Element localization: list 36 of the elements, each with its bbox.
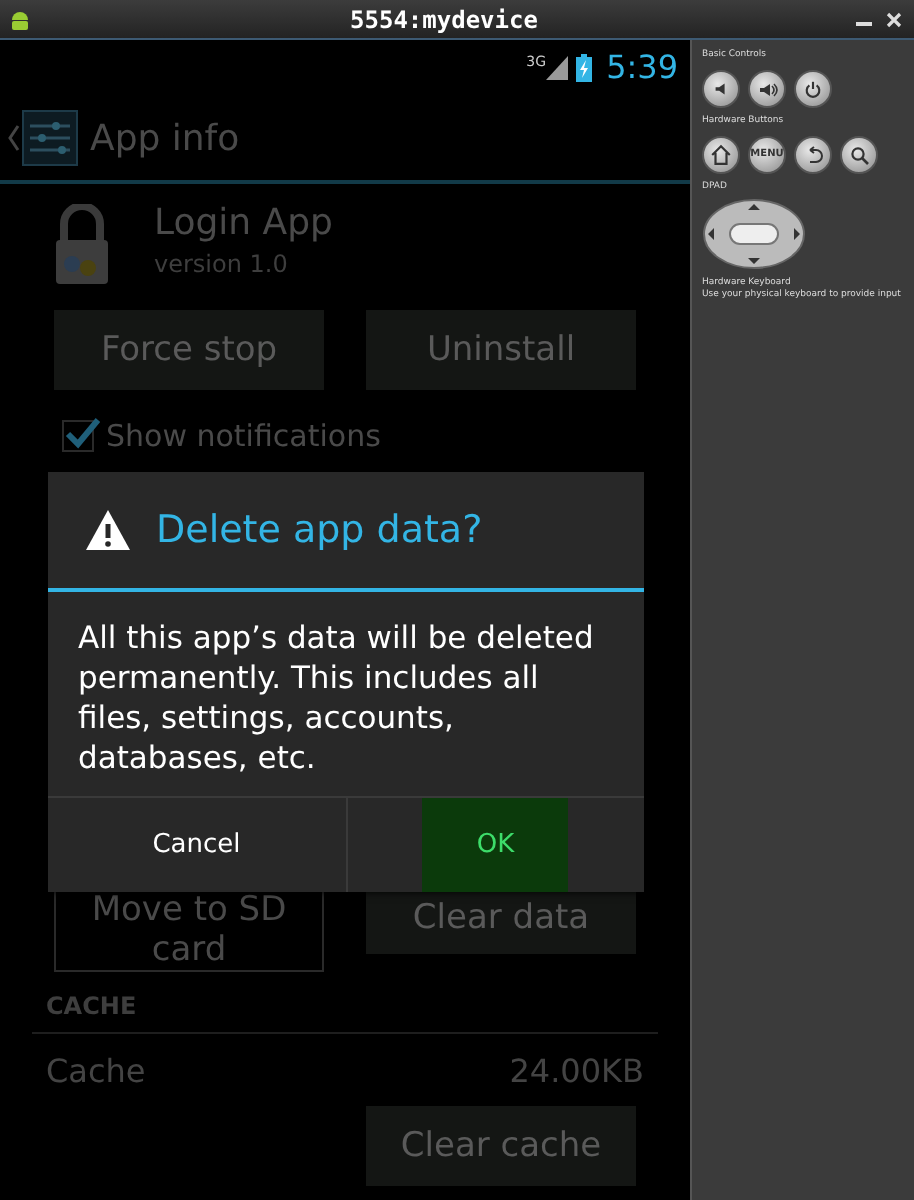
power-button[interactable] (794, 70, 832, 108)
screen-title: App info (90, 115, 240, 163)
action-button[interactable]: Clear cache (366, 1106, 636, 1186)
cache-size: 24.00KB (509, 1050, 644, 1094)
window-title: 5554:mydevice (350, 3, 538, 37)
dialog-button[interactable]: Cancel (48, 798, 345, 892)
checkbox-label: Show notifications (106, 415, 381, 458)
home-icon (710, 144, 732, 166)
dpad-drawing[interactable] (702, 198, 806, 270)
clock: 5:39 (606, 46, 678, 90)
search-button[interactable] (840, 136, 878, 174)
app-name: Login App (154, 202, 333, 246)
padlock-icon (50, 204, 114, 288)
warning-icon (84, 508, 132, 552)
check-icon (64, 418, 100, 450)
section-heading: CACHE (32, 988, 658, 1034)
search-icon (849, 145, 869, 165)
dialog-message: All this app’s data will be deleted permanently. This includes all files, settings, accounts, databases, etc. (76, 618, 596, 780)
dialog-button[interactable]: OK (422, 798, 569, 892)
loud-speaker-icon (757, 79, 777, 99)
app-version: version 1.0 (154, 248, 290, 282)
settings-sliders-icon[interactable] (22, 110, 78, 166)
dialog-title: Delete app data? (156, 505, 483, 556)
close-icon[interactable] (886, 11, 902, 27)
signal-icon (546, 56, 569, 80)
action-button[interactable]: Force stop (54, 310, 324, 390)
action-button[interactable]: Uninstall (366, 310, 636, 390)
home-button[interactable] (702, 136, 740, 174)
cache-label: Cache (46, 1050, 146, 1094)
checkbox[interactable] (62, 420, 94, 452)
battery-charging-icon (576, 54, 593, 82)
volume-up-button[interactable] (748, 70, 786, 108)
volume-down-button[interactable] (702, 70, 740, 108)
back-button[interactable] (794, 136, 832, 174)
power-icon (804, 80, 822, 98)
speaker-icon (712, 80, 730, 98)
